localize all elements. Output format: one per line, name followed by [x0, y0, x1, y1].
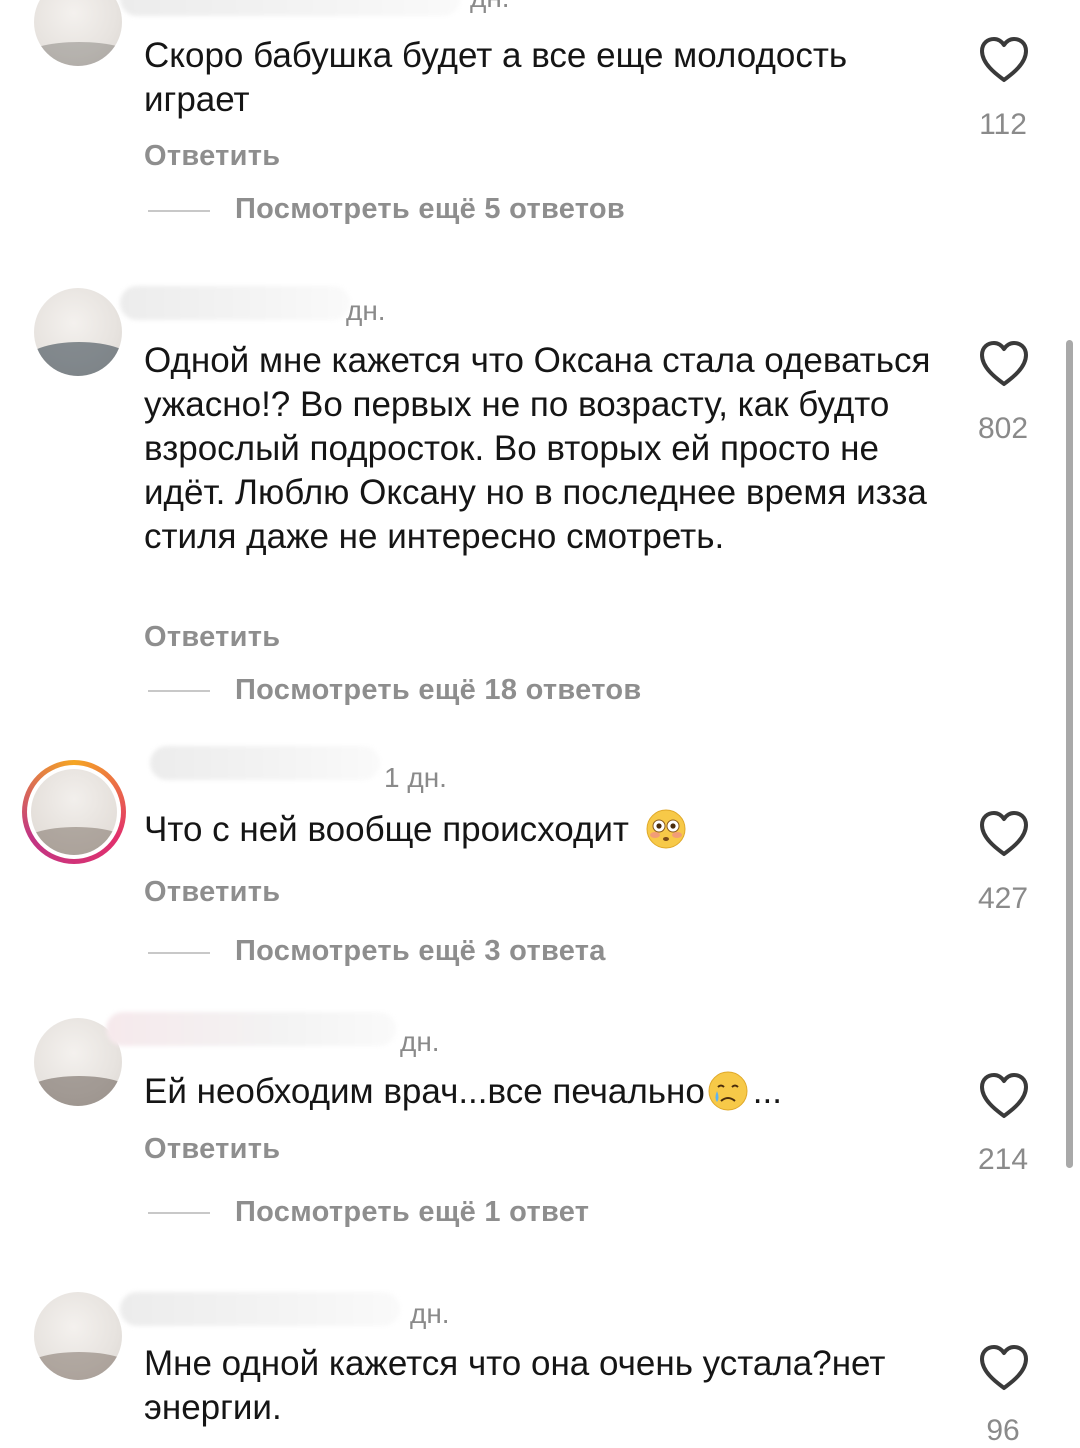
heart-icon[interactable] — [978, 36, 1030, 84]
replies-divider — [148, 1212, 210, 1214]
comment-time: 1 дн. — [384, 762, 447, 793]
view-more-replies-button[interactable]: Посмотреть ещё 5 ответов — [235, 193, 625, 226]
comment-time: дн. — [470, 0, 510, 14]
comment-time: дн. — [400, 1026, 440, 1057]
like-count: 112 — [979, 108, 1027, 141]
like-count: 427 — [977, 882, 1029, 915]
username-blurred[interactable] — [106, 1012, 396, 1046]
flushed-face-emoji — [646, 809, 686, 849]
replies-divider — [148, 690, 210, 692]
heart-icon[interactable] — [978, 810, 1030, 858]
username-blurred[interactable] — [120, 286, 350, 320]
comment-text-ellipsis: ... — [752, 1072, 782, 1111]
view-more-replies-button[interactable]: Посмотреть ещё 18 ответов — [235, 674, 641, 707]
heart-icon[interactable] — [978, 1344, 1030, 1392]
like-count: 96 — [986, 1414, 1020, 1447]
avatar[interactable] — [34, 288, 122, 376]
username-blurred[interactable] — [150, 746, 380, 780]
avatar-story-ring[interactable] — [22, 760, 126, 864]
comment-text: Что с ней вообще происходит — [144, 808, 934, 853]
crying-face-emoji — [708, 1071, 748, 1111]
comment-text: Одной мне кажется что Оксана стала одева… — [144, 341, 931, 556]
comment-text-content: Что с ней вообще происходит — [144, 810, 629, 849]
avatar — [31, 769, 117, 855]
avatar[interactable] — [34, 0, 122, 66]
scrollbar[interactable] — [1066, 340, 1073, 1168]
reply-button[interactable]: Ответить — [144, 1133, 280, 1166]
like-count: 802 — [977, 412, 1029, 445]
comment-text: Ей необходим врач...все печально ... — [144, 1070, 934, 1115]
heart-icon[interactable] — [978, 1072, 1030, 1120]
reply-button[interactable]: Ответить — [144, 140, 280, 173]
comment-text: Скоро бабушка будет а все еще молодость … — [144, 36, 848, 119]
reply-button[interactable]: Ответить — [144, 876, 280, 909]
comment-text: Мне одной кажется что она очень устала?н… — [144, 1344, 886, 1427]
view-more-replies-button[interactable]: Посмотреть ещё 1 ответ — [235, 1196, 589, 1229]
reply-button[interactable]: Ответить — [144, 621, 280, 654]
username-blurred[interactable] — [120, 0, 460, 16]
replies-divider — [148, 210, 210, 212]
heart-icon[interactable] — [978, 340, 1030, 388]
comment-time: дн. — [346, 295, 386, 326]
replies-divider — [148, 952, 210, 954]
comment-time: дн. — [410, 1298, 450, 1329]
comment-text-content: Ей необходим врач...все печально — [144, 1072, 705, 1111]
username-blurred[interactable] — [120, 1292, 400, 1326]
avatar[interactable] — [34, 1292, 122, 1380]
view-more-replies-button[interactable]: Посмотреть ещё 3 ответа — [235, 935, 606, 968]
like-count: 214 — [977, 1143, 1029, 1176]
